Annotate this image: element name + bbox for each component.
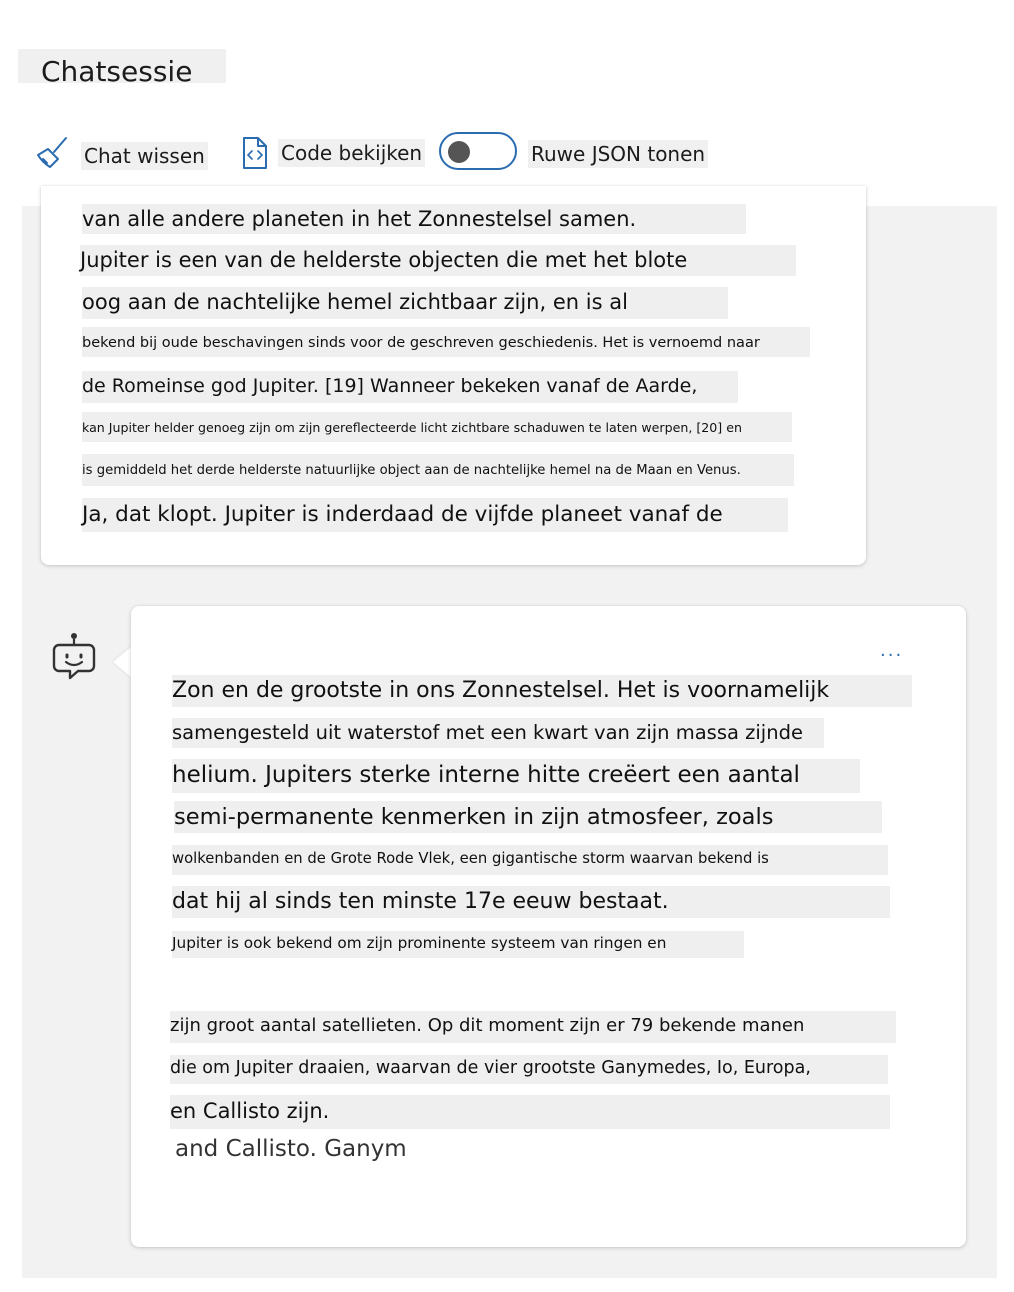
view-code-label: Code bekijken <box>278 139 426 167</box>
toggle-knob <box>448 141 470 163</box>
message-line: samengesteld uit waterstof met een kwart… <box>172 718 824 748</box>
message-line: zijn groot aantal satellieten. Op dit mo… <box>170 1011 896 1043</box>
message-line: Ja, dat klopt. Jupiter is inderdaad de v… <box>82 498 788 532</box>
message-line: oog aan de nachtelijke hemel zichtbaar z… <box>82 287 728 319</box>
message-line: is gemiddeld het derde helderste natuurl… <box>82 454 794 486</box>
clear-chat-button[interactable]: Chat wissen <box>36 136 208 170</box>
message-line: kan Jupiter helder genoeg zijn om zijn g… <box>82 412 792 442</box>
message-line: van alle andere planeten in het Zonneste… <box>82 204 746 234</box>
message-line: dat hij al sinds ten minste 17e eeuw bes… <box>172 886 890 918</box>
clear-chat-label: Chat wissen <box>81 142 208 170</box>
page-title: Chatsessie <box>41 55 193 83</box>
code-file-icon <box>243 137 267 169</box>
message-line: helium. Jupiters sterke interne hitte cr… <box>172 759 860 793</box>
message-line: Zon en de grootste in ons Zonnestelsel. … <box>172 675 912 707</box>
message-line: wolkenbanden en de Grote Rode Vlek, een … <box>172 845 888 875</box>
message-line: bekend bij oude beschavingen sinds voor … <box>82 327 810 357</box>
broom-icon <box>37 137 67 168</box>
message-line: Jupiter is een van de helderste objecten… <box>80 245 796 276</box>
raw-json-label-wrap: Ruwe JSON tonen <box>528 140 709 168</box>
more-options-button[interactable]: ... <box>880 640 903 661</box>
page-title-box: Chatsessie <box>18 49 226 83</box>
message-line: en Callisto zijn. <box>170 1095 890 1129</box>
bot-icon <box>52 633 96 680</box>
raw-json-toggle[interactable] <box>439 132 517 170</box>
view-code-button[interactable]: Code bekijken <box>241 136 426 170</box>
message-line: semi-permanente kenmerken in zijn atmosf… <box>174 801 882 833</box>
message-line: Jupiter is ook bekend om zijn prominente… <box>172 931 744 958</box>
raw-json-label: Ruwe JSON tonen <box>528 140 709 168</box>
message-line: die om Jupiter draaien, waarvan de vier … <box>170 1055 888 1084</box>
message-line-truncated: and Callisto. Ganym <box>175 1136 407 1162</box>
bubble-pointer <box>113 646 132 678</box>
message-line: de Romeinse god Jupiter. [19] Wanneer be… <box>82 371 738 403</box>
